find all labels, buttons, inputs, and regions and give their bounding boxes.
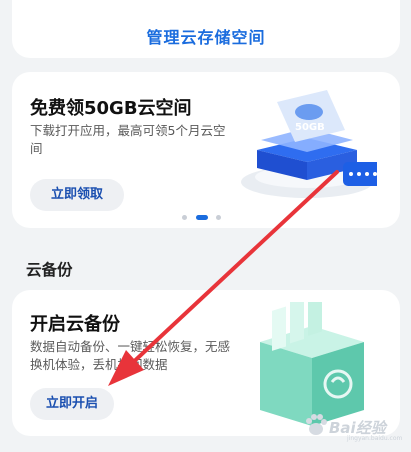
cloud-storage-illustration: 50GB bbox=[241, 90, 377, 198]
50gb-badge-text: 50GB bbox=[295, 122, 325, 133]
pager-dot-active[interactable] bbox=[196, 215, 208, 220]
enable-now-button[interactable]: 立即开启 bbox=[30, 388, 114, 420]
section-title-cloud-backup: 云备份 bbox=[26, 261, 73, 279]
paw-icon bbox=[306, 414, 327, 435]
pager-dot[interactable] bbox=[182, 215, 187, 220]
manage-storage-card: 管理云存储空间 bbox=[12, 0, 400, 58]
manage-cloud-storage-link[interactable]: 管理云存储空间 bbox=[12, 24, 400, 48]
backup-title: 开启云备份 bbox=[30, 314, 120, 335]
backup-box-illustration bbox=[260, 302, 364, 426]
backup-description: 数据自动备份、一键轻松恢复，无感换机体验，丢机找回数据 bbox=[30, 339, 231, 372]
pager-dot[interactable] bbox=[216, 215, 221, 220]
free-space-promo-card[interactable]: 免费领50GB云空间 下载打开应用，最高可领5个月云空间 立即领取 50GB bbox=[12, 72, 400, 228]
claim-now-button[interactable]: 立即领取 bbox=[30, 179, 124, 211]
baidu-jingyan-watermark: Bai经验 jingyan.baidu.com bbox=[303, 412, 403, 442]
promo-title: 免费领50GB云空间 bbox=[30, 98, 192, 119]
promo-description: 下载打开应用，最高可领5个月云空间 bbox=[30, 123, 226, 156]
watermark-subtext: jingyan.baidu.com bbox=[347, 435, 403, 442]
